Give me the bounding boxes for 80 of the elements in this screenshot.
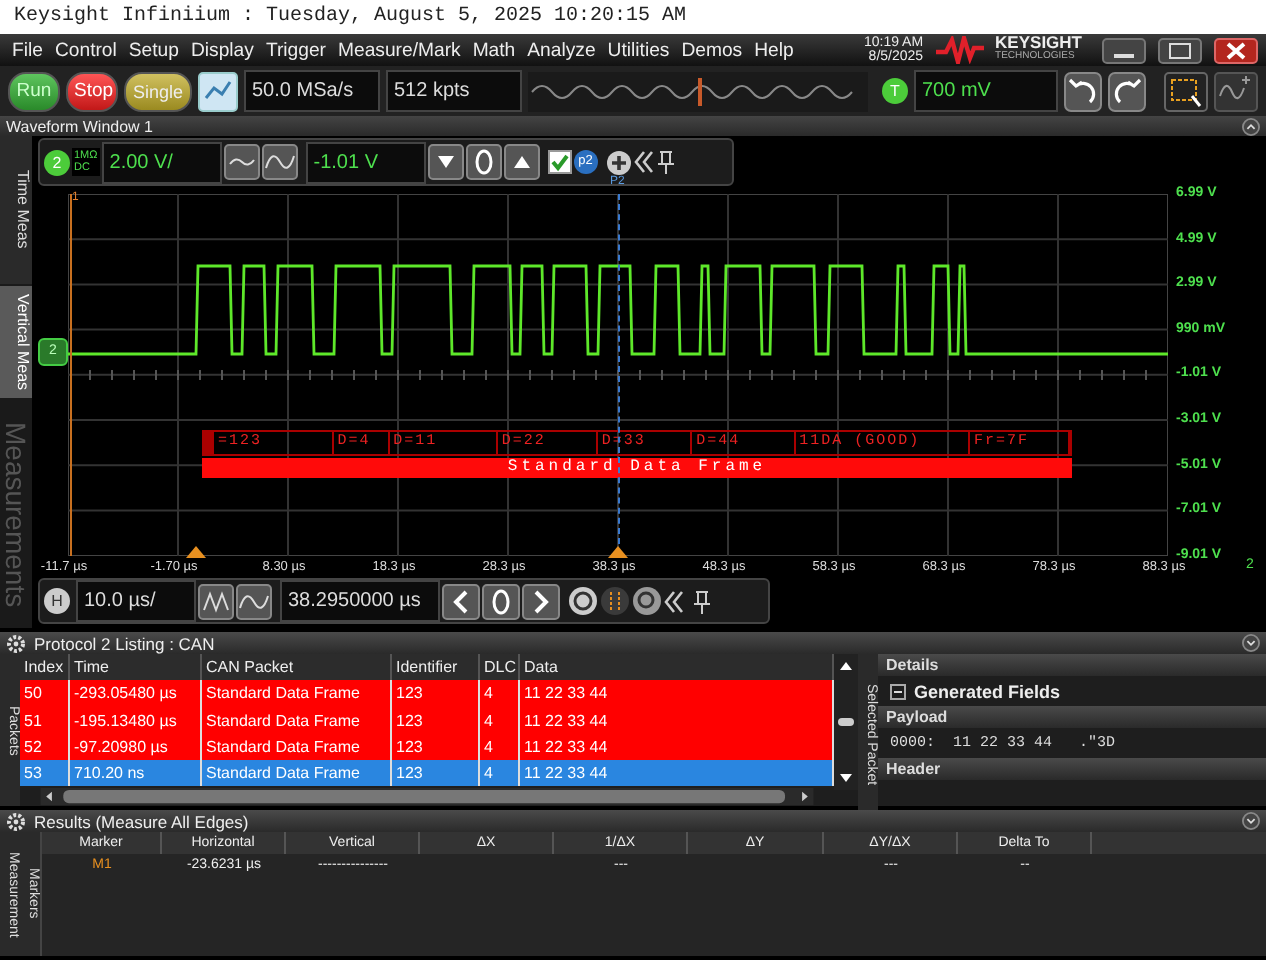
minimize-icon[interactable] [1102, 37, 1146, 63]
panel-title: Waveform Window 1 [6, 117, 153, 135]
side-tab[interactable]: Vertical Meas [0, 286, 32, 398]
pin-icon[interactable] [692, 589, 712, 613]
section-header[interactable]: Payload [878, 706, 1266, 728]
trigger-position-icon [186, 546, 206, 558]
window-title: Keysight Infiniium : Tuesday, August 5, 2025 10:20:15 AM [0, 0, 1266, 34]
waveform-tool-icon[interactable] [1214, 71, 1258, 111]
time-scale-readout[interactable]: 10.0 µs/ [76, 580, 196, 622]
coarse-adjust-icon[interactable] [261, 144, 298, 180]
menu-item[interactable]: Display [190, 39, 254, 61]
column-header[interactable]: Identifier [392, 654, 480, 681]
menu-item[interactable]: Utilities [607, 39, 670, 61]
section-header[interactable]: Header [878, 758, 1266, 780]
menu-item[interactable]: File [12, 39, 43, 61]
menu-item[interactable]: Math [472, 39, 516, 61]
column-header[interactable]: Data [520, 654, 834, 681]
table-cell: 123 [392, 760, 480, 787]
menu-item[interactable]: Setup [128, 39, 179, 61]
fine-adjust-icon[interactable] [223, 144, 260, 180]
wave-logo-icon [935, 36, 984, 64]
menu-item[interactable]: Trigger [265, 39, 326, 61]
trigger-position-icon [608, 546, 628, 558]
collapse-icon[interactable] [890, 683, 906, 699]
column-header[interactable]: Index [20, 654, 70, 681]
settings-icon[interactable] [6, 633, 26, 653]
collapse-icon[interactable] [1242, 812, 1260, 830]
trigger-level-readout[interactable]: 700 mV [914, 70, 1058, 112]
table-cell: Standard Data Frame [202, 760, 392, 787]
fine-adjust-icon[interactable] [198, 583, 234, 619]
packet-row[interactable]: 53 710.20 ns Standard Data Frame 123 4 11 22 33 44 [20, 760, 834, 787]
undo-icon[interactable] [1064, 71, 1102, 111]
menu-item[interactable]: Control [54, 39, 117, 61]
add-icon[interactable] [605, 149, 632, 175]
side-tab[interactable]: Time Meas [0, 136, 32, 284]
offset-readout[interactable]: -1.01 V [305, 141, 426, 183]
search-icon[interactable] [632, 586, 662, 616]
zoom-icon[interactable] [568, 586, 598, 616]
zoom-box-icon[interactable] [1164, 71, 1208, 111]
logo-name: KEYSIGHT [995, 36, 1082, 50]
autoscale-icon[interactable] [198, 71, 238, 111]
maximize-icon[interactable] [1158, 37, 1202, 63]
memory-depth-readout[interactable]: 512 kpts [386, 70, 522, 112]
packet-row[interactable]: 50 -293.05480 µs Standard Data Frame 123 4 11 22 33 44 [20, 680, 834, 708]
table-cell: 4 [480, 760, 520, 787]
sample-rate-readout[interactable]: 50.0 MSa/s [244, 70, 380, 112]
menu-item[interactable]: Help [754, 39, 794, 61]
cursor-lines-icon[interactable] [600, 586, 630, 616]
coarse-adjust-icon[interactable] [236, 583, 272, 619]
tree-group[interactable]: Generated Fields [914, 681, 1061, 701]
double-chevron-icon[interactable] [664, 589, 684, 613]
time-position-readout[interactable]: 38.2950000 µs [280, 580, 440, 622]
menu-item[interactable]: Analyze [527, 39, 596, 61]
column-header[interactable]: Time [70, 654, 202, 681]
stop-button[interactable]: Stop [66, 71, 118, 111]
horizontal-badge[interactable]: H [44, 588, 70, 614]
panel-title: Protocol 2 Listing : CAN [34, 633, 217, 653]
marker-line[interactable] [70, 194, 72, 556]
settings-icon[interactable] [6, 811, 26, 831]
checkbox[interactable] [547, 150, 572, 174]
double-chevron-icon[interactable] [633, 150, 654, 174]
reset-icon[interactable] [465, 144, 502, 180]
decode-frame-bar: Standard Data Frame [202, 458, 1072, 478]
menu-item[interactable]: Demos [681, 39, 743, 61]
column-header[interactable]: DLC [480, 654, 520, 681]
reset-icon[interactable] [482, 583, 520, 619]
packet-row[interactable]: 51 -195.13480 µs Standard Data Frame 123 4 11 22 33 44 [20, 707, 834, 734]
section-header[interactable]: Details [878, 654, 1266, 676]
pin-icon[interactable] [655, 150, 676, 174]
menu-item[interactable]: Measure/Mark [338, 39, 461, 61]
redo-icon[interactable] [1108, 71, 1146, 111]
close-icon[interactable] [1214, 37, 1258, 63]
packet-row[interactable]: 52 -97.20980 µs Standard Data Frame 123 4 11 22 33 44 [20, 733, 834, 761]
table-cell: 53 [20, 760, 70, 787]
vertical-scale-readout[interactable]: 2.00 V/ [101, 141, 222, 183]
collapse-icon[interactable] [1242, 634, 1260, 652]
table-cell: 710.20 ns [70, 760, 202, 787]
panel-title: Results (Measure All Edges) [34, 811, 251, 831]
collapse-icon[interactable] [1242, 117, 1260, 135]
column-header[interactable]: CAN Packet [202, 654, 392, 681]
